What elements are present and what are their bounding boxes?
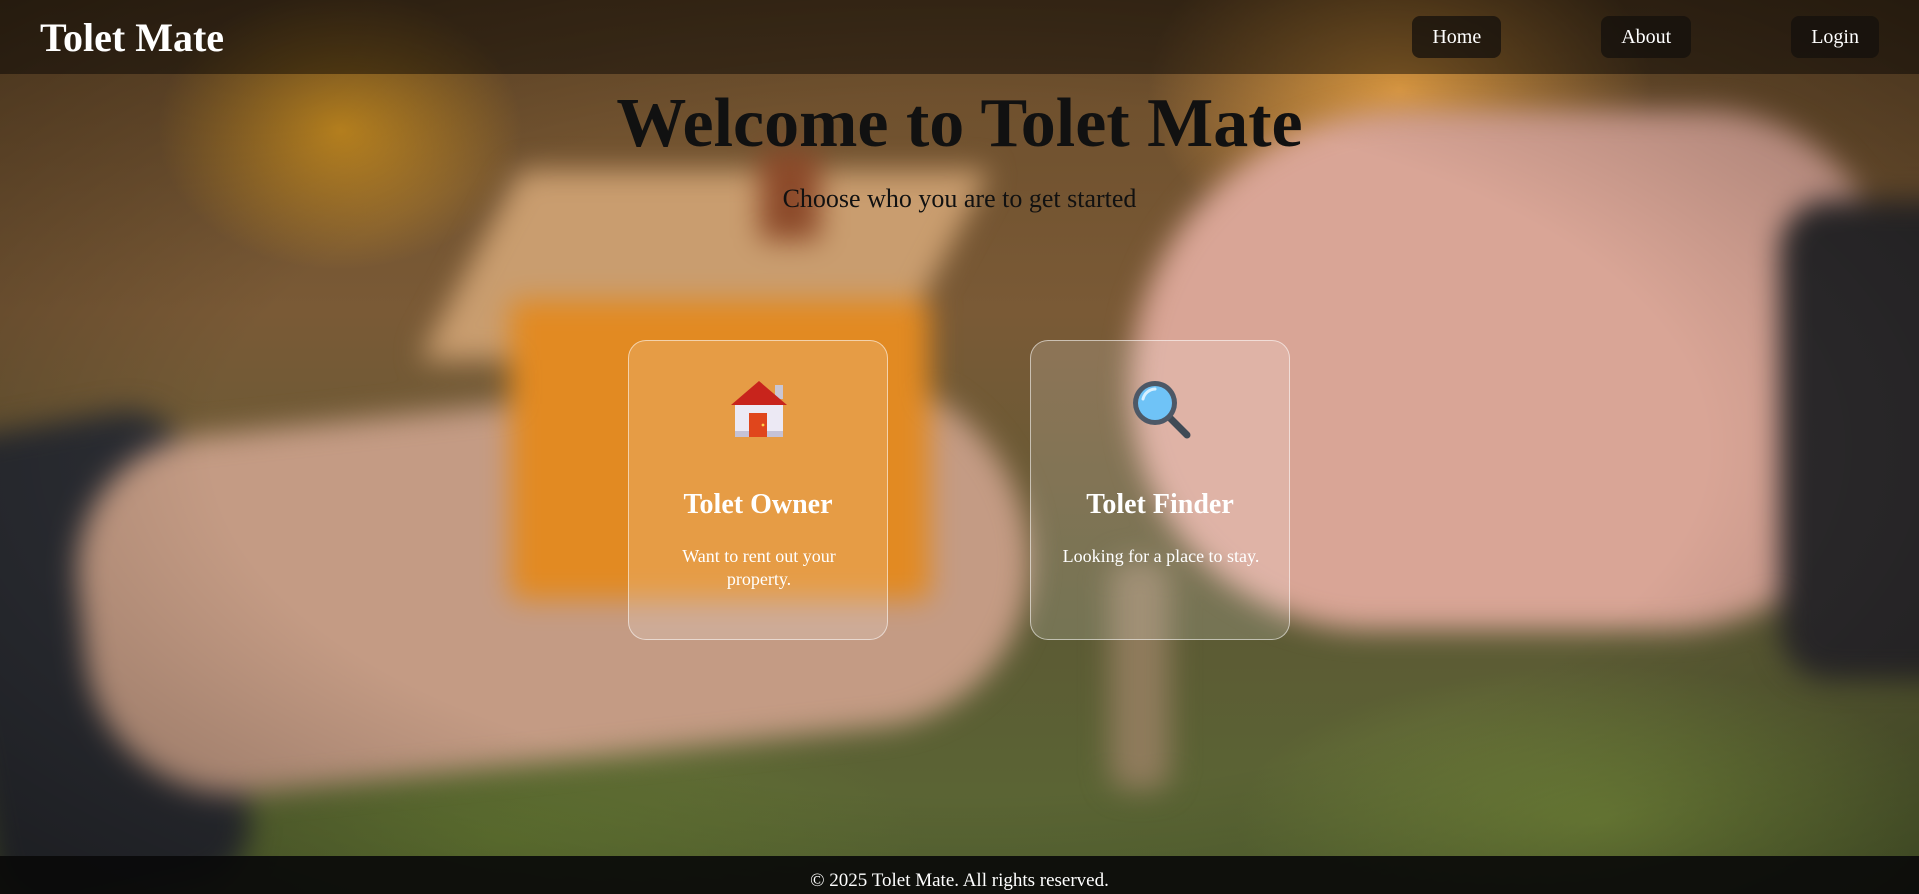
- nav-home-button[interactable]: Home: [1412, 16, 1502, 58]
- footer: © 2025 Tolet Mate. All rights reserved.: [0, 856, 1919, 894]
- card-description: Looking for a place to stay.: [1062, 546, 1260, 566]
- brand-logo[interactable]: Tolet Mate: [40, 14, 224, 61]
- card-title: Tolet Owner: [683, 489, 833, 520]
- hero: Welcome to Tolet Mate Choose who you are…: [0, 78, 1919, 214]
- page-title: Welcome to Tolet Mate: [616, 85, 1303, 162]
- card-title: Tolet Finder: [1086, 489, 1234, 520]
- tolet-finder-card[interactable]: Tolet Finder Looking for a place to stay…: [1030, 340, 1290, 640]
- tolet-owner-card[interactable]: Tolet Owner Want to rent out your proper…: [628, 340, 888, 640]
- main-nav: Home About Login: [1312, 16, 1879, 58]
- copyright-text: © 2025 Tolet Mate. All rights reserved.: [810, 870, 1109, 891]
- page-subtitle: Choose who you are to get started: [782, 184, 1137, 213]
- house-icon: [731, 381, 787, 437]
- card-description: Want to rent out your property.: [682, 546, 836, 589]
- navbar: Tolet Mate Home About Login: [0, 0, 1919, 74]
- nav-login-button[interactable]: Login: [1791, 16, 1879, 58]
- nav-about-button[interactable]: About: [1601, 16, 1692, 58]
- page: Tolet Mate Home About Login Welcome to T…: [0, 0, 1919, 894]
- magnifier-icon: [1133, 381, 1191, 439]
